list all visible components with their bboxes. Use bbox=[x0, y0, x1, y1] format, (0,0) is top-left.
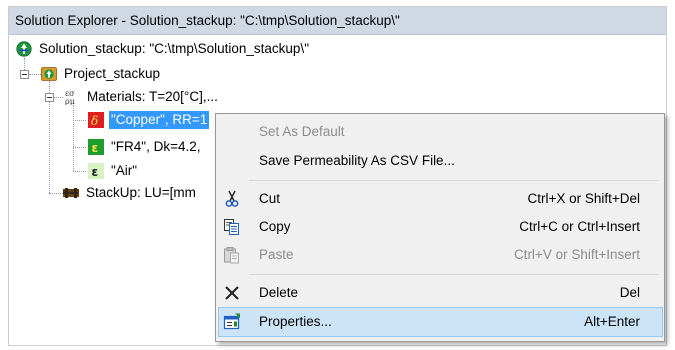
tree-node-label: Materials: T=20[°C],... bbox=[87, 89, 218, 104]
menu-item-label: Cut bbox=[259, 191, 281, 206]
menu-item-label: Save Permeability As CSV File... bbox=[259, 153, 455, 168]
conductor-sigma-icon: δ bbox=[88, 112, 104, 128]
menu-item-cut[interactable]: Cut Ctrl+X or Shift+Del bbox=[219, 185, 662, 213]
svg-text:ε: ε bbox=[92, 141, 99, 155]
svg-text:δ: δ bbox=[91, 114, 98, 128]
tree-node-solution[interactable]: Solution_stackup: "C:\tmp\Solution_stack… bbox=[16, 39, 311, 59]
menu-item-paste[interactable]: Paste Ctrl+V or Shift+Insert bbox=[219, 241, 662, 269]
tree-node-copper[interactable]: δ "Copper", RR=1 bbox=[88, 110, 210, 130]
scissors-icon bbox=[223, 190, 241, 208]
menu-item-shortcut: Ctrl+C or Ctrl+Insert bbox=[519, 219, 640, 234]
materials-epsilon-rho-icon: εσ ρμ bbox=[64, 89, 80, 105]
window-title: Solution Explorer - Solution_stackup: "C… bbox=[9, 7, 666, 35]
tree-node-label: StackUp: LU=[mm bbox=[86, 185, 196, 200]
svg-text:ε: ε bbox=[92, 165, 99, 179]
tree-node-stackup[interactable]: StackUp: LU=[mm bbox=[63, 183, 198, 203]
materials-collapse-toggle[interactable] bbox=[45, 93, 54, 102]
menu-separator bbox=[249, 274, 659, 275]
copy-icon bbox=[223, 218, 241, 236]
tree-connector bbox=[73, 171, 86, 172]
tree-node-materials[interactable]: εσ ρμ Materials: T=20[°C],... bbox=[64, 87, 220, 107]
paste-icon bbox=[223, 246, 241, 264]
project-collapse-toggle[interactable] bbox=[20, 70, 29, 79]
svg-text:ρμ: ρμ bbox=[65, 97, 75, 105]
tree-node-fr4[interactable]: ε "FR4", Dk=4.2, bbox=[88, 137, 203, 157]
tree-connector bbox=[73, 120, 86, 121]
air-epsilon-icon: ε bbox=[88, 163, 104, 179]
menu-item-label: Properties... bbox=[259, 314, 332, 329]
delete-x-icon bbox=[223, 284, 241, 302]
tree-connector bbox=[29, 74, 41, 75]
tree-connector bbox=[73, 147, 86, 148]
menu-item-shortcut: Del bbox=[619, 285, 640, 300]
menu-item-set-as-default[interactable]: Set As Default bbox=[219, 118, 662, 146]
menu-item-shortcut: Ctrl+V or Shift+Insert bbox=[513, 247, 640, 262]
tree-node-label: Solution_stackup: "C:\tmp\Solution_stack… bbox=[39, 41, 309, 56]
dielectric-epsilon-icon: ε bbox=[88, 139, 104, 155]
menu-item-label: Paste bbox=[259, 247, 294, 262]
solution-icon bbox=[16, 41, 32, 57]
tree-node-label: "Air" bbox=[111, 163, 138, 178]
menu-item-label: Delete bbox=[259, 285, 299, 300]
menu-item-save-permeability[interactable]: Save Permeability As CSV File... bbox=[219, 147, 662, 175]
menu-separator bbox=[249, 180, 659, 181]
tree-connector bbox=[73, 105, 74, 171]
menu-item-properties[interactable]: Properties... Alt+Enter bbox=[218, 307, 663, 337]
tree-node-label: "FR4", Dk=4.2, bbox=[111, 139, 201, 154]
menu-item-delete[interactable]: Delete Del bbox=[219, 279, 662, 307]
menu-item-label: Copy bbox=[259, 219, 291, 234]
menu-item-copy[interactable]: Copy Ctrl+C or Ctrl+Insert bbox=[219, 213, 662, 241]
tree-node-label: Project_stackup bbox=[64, 66, 161, 81]
tree-node-project[interactable]: Project_stackup bbox=[41, 64, 162, 84]
menu-item-label: Set As Default bbox=[259, 124, 345, 139]
menu-item-shortcut: Alt+Enter bbox=[584, 314, 640, 329]
tree-node-label-selected: "Copper", RR=1 bbox=[109, 111, 210, 129]
properties-icon bbox=[223, 313, 241, 331]
context-menu: Set As Default Save Permeability As CSV … bbox=[215, 113, 665, 342]
tree-connector bbox=[54, 97, 63, 98]
project-icon bbox=[41, 66, 57, 82]
stackup-layers-icon bbox=[63, 185, 79, 201]
tree-node-air[interactable]: ε "Air" bbox=[88, 161, 139, 181]
menu-item-shortcut: Ctrl+X or Shift+Del bbox=[527, 191, 640, 206]
tree-connector bbox=[49, 193, 63, 194]
